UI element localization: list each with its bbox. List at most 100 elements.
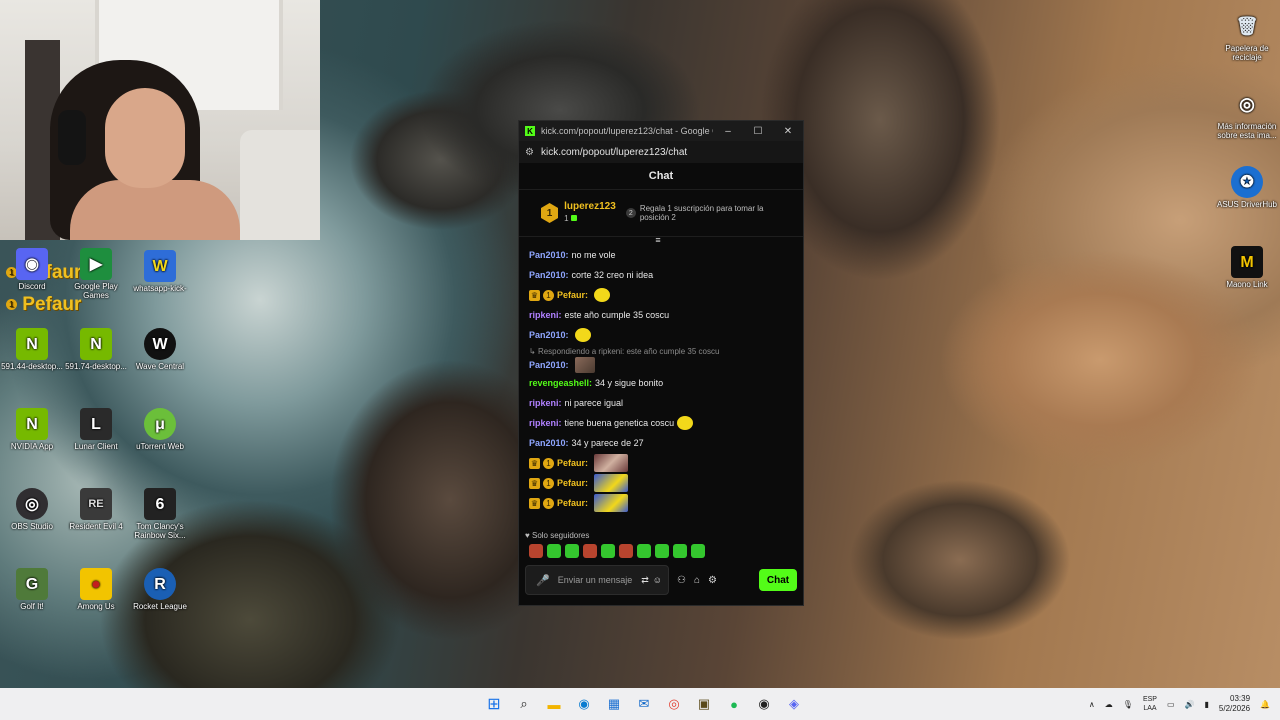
chat-message[interactable]: ♛ 1 Pefaur: (529, 285, 793, 305)
volume-icon[interactable]: 🔊 (1185, 700, 1195, 709)
cloud-icon[interactable]: ☁ (1105, 700, 1113, 709)
discord-taskbar-icon[interactable]: ◈ (782, 692, 806, 716)
quick-emote[interactable] (691, 544, 705, 558)
desktop-icon-among-us[interactable]: ● Among Us (61, 568, 131, 611)
site-info-icon[interactable]: ⚙ (525, 147, 541, 158)
subscriber-leaderboard[interactable]: 1 luperez123 1 2 Regala 1 suscripción pa… (519, 190, 803, 237)
chat-username[interactable]: Pefaur: (557, 458, 588, 468)
close-button[interactable]: ✕ (773, 126, 803, 137)
network-icon[interactable]: ▭ (1167, 700, 1175, 709)
send-chat-button[interactable]: Chat (759, 569, 797, 591)
desktop-icon-asus-driverhub[interactable]: ✪ ASUS DriverHub (1212, 166, 1280, 209)
chat-message-input[interactable]: 🎤 Enviar un mensaje ⇄ ☺ (525, 565, 669, 595)
quick-emote[interactable] (547, 544, 561, 558)
game-app-icon[interactable]: ▣ (692, 692, 716, 716)
file-explorer-icon[interactable]: ▬ (542, 692, 566, 716)
users-icon[interactable]: ⚇ (677, 575, 686, 586)
chat-message[interactable]: Pan2010: (529, 325, 793, 345)
desktop-icon-nvidia-driver-2[interactable]: N 591.74-desktop... (61, 328, 131, 371)
quick-emote[interactable] (583, 544, 597, 558)
collapse-icon[interactable]: ≡ (651, 237, 665, 245)
minimize-button[interactable]: – (713, 126, 743, 137)
notification-bell-icon[interactable]: 🔔 (1260, 700, 1270, 709)
desktop-icon-maono-link[interactable]: M Maono Link (1212, 246, 1280, 289)
desktop-icon-image-info[interactable]: ◎ Más información sobre esta ima... (1212, 88, 1280, 141)
quick-emote[interactable] (637, 544, 651, 558)
quick-emote[interactable] (565, 544, 579, 558)
quick-emote[interactable] (673, 544, 687, 558)
microphone-icon[interactable]: 🎤 (536, 574, 550, 587)
chat-username[interactable]: Pan2010: (529, 250, 569, 260)
desktop-icon-resident-evil-4[interactable]: RE Resident Evil 4 (61, 488, 131, 531)
chat-username[interactable]: Pefaur: (557, 498, 588, 508)
chat-username[interactable]: ripkeni: (529, 398, 562, 408)
quick-emote[interactable] (655, 544, 669, 558)
chat-username[interactable]: revengeashell: (529, 378, 592, 388)
mail-icon[interactable]: ✉ (632, 692, 656, 716)
sub-badge-icon: 1 (543, 477, 554, 489)
chat-username[interactable]: Pan2010: (529, 438, 569, 448)
translate-icon[interactable]: ⇄ (641, 575, 649, 586)
desktop-icon-nvidia-driver-1[interactable]: N 591.44-desktop... (0, 328, 67, 371)
obs-taskbar-icon[interactable]: ◉ (752, 692, 776, 716)
desktop-icon-obs-studio[interactable]: ◎ OBS Studio (0, 488, 67, 531)
chat-message[interactable]: Pan2010: corte 32 creo ni idea (529, 265, 793, 285)
chevron-up-icon[interactable]: ∧ (1089, 700, 1095, 709)
chat-message[interactable]: ripkeni: tiene buena genetica coscu (529, 413, 793, 433)
maximize-button[interactable]: ☐ (743, 126, 773, 137)
store-icon[interactable]: ▦ (602, 692, 626, 716)
address-bar[interactable]: ⚙ kick.com/popout/luperez123/chat (519, 141, 803, 163)
chat-messages[interactable]: ≡ Pan2010: no me vole Pan2010: corte 32 cr… (519, 237, 803, 527)
chat-username[interactable]: ripkeni: (529, 418, 562, 428)
quick-emote[interactable] (619, 544, 633, 558)
spotify-icon[interactable]: ● (722, 692, 746, 716)
microphone-tray-icon[interactable]: 🎙 (1123, 700, 1133, 709)
chat-message[interactable]: Pan2010: (529, 357, 793, 373)
chat-message[interactable]: ♛ 1 Pefaur: (529, 493, 793, 513)
chat-message[interactable]: Pan2010: 34 y parece de 27 (529, 433, 793, 453)
chat-header: Chat (519, 163, 803, 190)
battery-icon[interactable]: ▮ (1204, 700, 1208, 709)
clock[interactable]: 03:39 5/2/2026 (1219, 694, 1250, 714)
store-icon[interactable]: ⌂ (694, 575, 700, 586)
emoji-icon[interactable]: ☺ (653, 575, 662, 585)
chat-username[interactable]: Pan2010: (529, 270, 569, 280)
desktop-icon-lunar-client[interactable]: L Lunar Client (61, 408, 131, 451)
windows-start-icon[interactable]: ⊞ (482, 692, 506, 716)
search-icon[interactable]: ⌕ (512, 692, 536, 716)
chat-message[interactable]: ♛ 1 Pefaur: (529, 473, 793, 493)
clock-date: 5/2/2026 (1218, 704, 1251, 713)
chat-text: no me vole (571, 250, 616, 260)
desktop-icon-rainbow-six[interactable]: 6 Tom Clancy's Rainbow Six... (125, 488, 195, 540)
settings-gear-icon[interactable]: ⚙ (708, 575, 717, 586)
sub-badge-icon: 1 (543, 497, 554, 509)
chrome-icon[interactable]: ◎ (662, 692, 686, 716)
desktop-icon-wave-central[interactable]: W Wave Central (125, 328, 195, 371)
chat-username[interactable]: Pefaur: (557, 478, 588, 488)
chat-message[interactable]: revengeashell: 34 y sigue bonito (529, 373, 793, 393)
desktop-icon-google-play-games[interactable]: ▶ Google Play Games (61, 248, 131, 300)
quick-emote[interactable] (601, 544, 615, 558)
desktop-icon-golf-it[interactable]: G Golf It! (0, 568, 67, 611)
language-indicator[interactable]: ESP LAA (1143, 695, 1157, 713)
edge-icon[interactable]: ◉ (572, 692, 596, 716)
chat-message[interactable]: ripkeni: este año cumple 35 coscu (529, 305, 793, 325)
quick-emote-bar[interactable] (519, 541, 803, 559)
chat-message[interactable]: ripkeni: ni parece igual (529, 393, 793, 413)
chat-username[interactable]: ripkeni: (529, 310, 562, 320)
gift-sub-prompt[interactable]: 2 Regala 1 suscripción para tomar la pos… (625, 204, 793, 222)
chat-username[interactable]: Pan2010: (529, 330, 569, 340)
desktop-icon-rocket-league[interactable]: R Rocket League (125, 568, 195, 611)
chat-username[interactable]: Pefaur: (557, 290, 588, 300)
chat-message[interactable]: Pan2010: no me vole (529, 245, 793, 265)
window-titlebar[interactable]: K kick.com/popout/luperez123/chat - Goog… (519, 121, 803, 141)
desktop-icon-whatsapp-kick[interactable]: Wwhatsapp-kick- (125, 250, 195, 293)
lunar-client-icon: L (80, 408, 112, 440)
desktop-icon-recycle-bin[interactable]: 🗑 Papelera de reciclaje (1212, 10, 1280, 63)
desktop-icon-nvidia-app[interactable]: N NVIDIA App (0, 408, 67, 451)
quick-emote[interactable] (529, 544, 543, 558)
desktop-icon-utorrent[interactable]: μ uTorrent Web (125, 408, 195, 451)
chat-username[interactable]: Pan2010: (529, 360, 569, 370)
desktop-icon-discord[interactable]: ◉ Discord (0, 248, 67, 291)
chat-message[interactable]: ♛ 1 Pefaur: (529, 453, 793, 473)
